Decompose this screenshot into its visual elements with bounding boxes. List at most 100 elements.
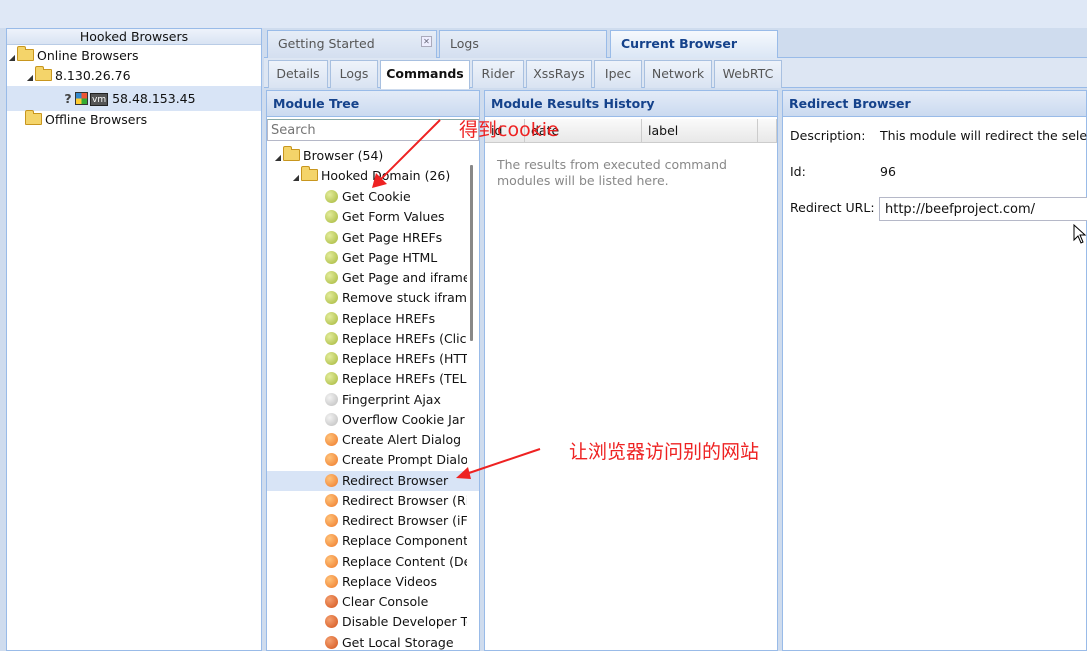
module-item[interactable]: Replace HREFs (HTTPS) xyxy=(267,349,467,369)
tab-webrtc[interactable]: WebRTC xyxy=(714,60,782,88)
module-item-label: Get Local Storage xyxy=(342,634,454,650)
browser-folder-label: Browser (54) xyxy=(303,148,384,163)
module-item[interactable]: Replace HREFs (Click Events) xyxy=(267,329,467,349)
module-detail-title: Redirect Browser xyxy=(783,91,1086,117)
module-item[interactable]: Replace HREFs xyxy=(267,309,467,329)
mouse-cursor-icon xyxy=(1073,224,1087,244)
hooked-domain-folder-node[interactable]: ◢ Hooked Domain (26) xyxy=(267,166,467,186)
status-dot-icon xyxy=(325,554,338,568)
tab-rider[interactable]: Rider xyxy=(472,60,524,88)
module-item-label: Remove stuck iframes xyxy=(342,290,467,306)
status-dot-icon xyxy=(325,392,338,406)
module-item-label: Replace Videos xyxy=(342,573,437,589)
status-dot-icon xyxy=(325,534,338,548)
folder-icon xyxy=(283,146,300,161)
module-item[interactable]: Get Form Values xyxy=(267,207,467,227)
tab-ipec[interactable]: Ipec xyxy=(594,60,642,88)
module-item[interactable]: Replace Content (Deface) xyxy=(267,552,467,572)
expand-triangle-icon[interactable]: ◢ xyxy=(273,148,283,166)
folder-icon xyxy=(17,46,34,61)
redirect-url-input[interactable] xyxy=(879,197,1087,221)
module-item[interactable]: Overflow Cookie Jar xyxy=(267,410,467,430)
column-header-spacer xyxy=(758,119,777,143)
close-icon[interactable]: ✕ xyxy=(421,36,432,47)
module-item-label: Create Alert Dialog xyxy=(342,432,462,447)
cookie-annotation: 得到cookie xyxy=(459,119,559,141)
module-item-label: Replace Content (Deface) xyxy=(342,553,467,569)
folder-icon xyxy=(25,110,42,125)
tab-commands[interactable]: Commands xyxy=(380,60,470,89)
module-item[interactable]: Redirect Browser xyxy=(267,470,479,491)
module-item-label: Get Page HTML xyxy=(342,249,438,265)
module-item[interactable]: Remove stuck iframes xyxy=(267,288,467,308)
status-dot-icon xyxy=(325,412,338,426)
status-dot-icon xyxy=(325,514,338,527)
tab-label: Current Browser xyxy=(621,36,738,51)
module-search-input[interactable] xyxy=(267,119,479,141)
ip-group-node[interactable]: ◢ 8.130.26.76 xyxy=(7,65,261,87)
tab-logs[interactable]: Logs xyxy=(439,30,607,58)
tab-logs[interactable]: Logs xyxy=(330,60,378,88)
module-item-label: Redirect Browser (iFrame) xyxy=(342,513,467,528)
tab-current-browser[interactable]: Current Browser xyxy=(610,30,778,58)
module-item-label: Get Page HREFs xyxy=(342,229,443,245)
tree-scrollbar[interactable] xyxy=(470,165,473,341)
tab-xssrays[interactable]: XssRays xyxy=(526,60,592,88)
status-dot-icon xyxy=(325,190,338,203)
module-item-label: Redirect Browser (Rickroll) xyxy=(342,492,467,508)
module-item-label: Replace HREFs (HTTPS) xyxy=(342,351,467,366)
module-item[interactable]: Disable Developer Tools xyxy=(267,612,467,632)
module-item[interactable]: Get Page and iframe HTML xyxy=(267,268,467,288)
tab-details[interactable]: Details xyxy=(268,60,328,88)
module-item[interactable]: Create Prompt Dialog xyxy=(267,450,467,470)
status-dot-icon xyxy=(325,271,338,284)
expand-triangle-icon[interactable]: ◢ xyxy=(291,168,301,186)
status-dot-icon xyxy=(325,311,338,325)
module-item[interactable]: Get Page HTML xyxy=(267,248,467,268)
status-dot-icon xyxy=(325,433,338,446)
status-dot-icon xyxy=(325,574,338,588)
module-item[interactable]: Get Local Storage xyxy=(267,633,467,651)
column-header-label[interactable]: label xyxy=(642,119,758,143)
status-dot-icon xyxy=(325,453,338,467)
module-item-label: Redirect Browser xyxy=(342,472,449,488)
module-item-label: Get Page and iframe HTML xyxy=(342,270,467,285)
module-item[interactable]: Replace HREFs (TEL) xyxy=(267,369,467,389)
module-item[interactable]: Get Page HREFs xyxy=(267,228,467,248)
hooked-browser-node[interactable]: ? vm 58.48.153.45 xyxy=(7,86,261,111)
browser-folder-node[interactable]: ◢ Browser (54) xyxy=(267,146,467,166)
status-dot-icon xyxy=(325,230,338,244)
windows-os-icon xyxy=(75,92,88,105)
module-item[interactable]: Redirect Browser (Rickroll) xyxy=(267,491,467,511)
module-item-label: Overflow Cookie Jar xyxy=(342,411,465,427)
module-item[interactable]: Clear Console xyxy=(267,592,467,612)
module-results-title: Module Results History xyxy=(485,91,777,117)
module-item-label: Disable Developer Tools xyxy=(342,614,467,630)
offline-browsers-node[interactable]: Offline Browsers xyxy=(7,109,261,131)
id-value: 96 xyxy=(880,164,896,179)
ip-group-label: 8.130.26.76 xyxy=(55,68,131,83)
module-item-label: Replace Component (Deface) xyxy=(342,533,467,549)
module-item-label: Replace HREFs (TEL) xyxy=(342,371,467,387)
unknown-browser-icon: ? xyxy=(64,91,72,106)
redirect-url-label: Redirect URL: xyxy=(790,200,875,215)
tab-network[interactable]: Network xyxy=(644,60,712,88)
id-label: Id: xyxy=(790,164,806,179)
status-dot-icon xyxy=(325,635,338,649)
status-dot-icon xyxy=(325,352,338,365)
tab-getting-started[interactable]: Getting Started ✕ xyxy=(267,30,437,58)
module-item[interactable]: Replace Videos xyxy=(267,572,467,592)
main-tab-bar: Getting Started ✕ Logs Current Browser xyxy=(264,28,1087,58)
module-item[interactable]: Get Cookie xyxy=(267,187,467,207)
hooked-ip-label: 58.48.153.45 xyxy=(112,91,196,106)
online-browsers-node[interactable]: ◢ Online Browsers xyxy=(7,45,261,67)
module-item[interactable]: Redirect Browser (iFrame) xyxy=(267,511,467,531)
status-dot-icon xyxy=(325,615,338,629)
online-browsers-label: Online Browsers xyxy=(37,48,139,63)
description-value: This module will redirect the selected xyxy=(880,128,1087,143)
module-item[interactable]: Fingerprint Ajax xyxy=(267,390,467,410)
status-dot-icon xyxy=(325,291,338,305)
module-item[interactable]: Create Alert Dialog xyxy=(267,430,467,450)
module-item[interactable]: Replace Component (Deface) xyxy=(267,531,467,551)
module-item-label: Replace HREFs (Click Events) xyxy=(342,330,467,346)
